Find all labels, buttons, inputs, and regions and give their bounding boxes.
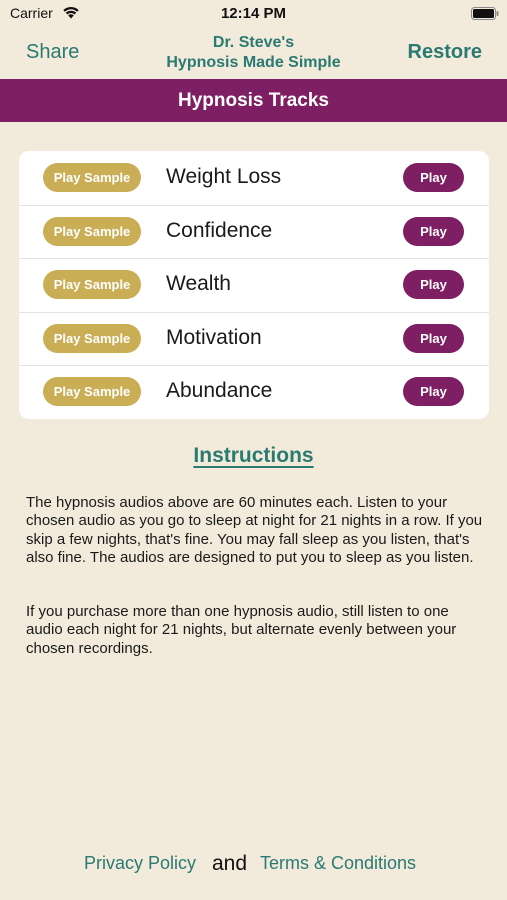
track-name: Motivation: [166, 325, 262, 349]
instructions-paragraph-1: The hypnosis audios above are 60 minutes…: [26, 494, 483, 567]
play-button[interactable]: Play: [403, 216, 464, 246]
privacy-policy-link[interactable]: Privacy Policy: [84, 853, 196, 874]
section-header: Hypnosis Tracks: [0, 79, 507, 122]
battery-icon: [471, 7, 499, 20]
app-title: Dr. Steve's Hypnosis Made Simple: [120, 33, 387, 73]
share-button[interactable]: Share: [26, 41, 79, 64]
app-title-line2: Hypnosis Made Simple: [166, 54, 341, 71]
track-row: Play Sample Abundance Play: [19, 365, 489, 419]
play-button[interactable]: Play: [403, 270, 464, 300]
track-name: Weight Loss: [166, 165, 282, 188]
track-row: Play Sample Wealth Play: [19, 258, 489, 312]
track-row: Play Sample Weight Loss Play: [19, 151, 489, 205]
track-row: Play Sample Confidence Play: [19, 204, 489, 259]
restore-button[interactable]: Restore: [408, 41, 482, 64]
terms-conditions-link[interactable]: Terms & Conditions: [260, 853, 416, 874]
footer: Privacy Policy and Terms & Conditions: [0, 851, 507, 877]
track-name: Confidence: [166, 218, 273, 242]
play-button[interactable]: Play: [403, 163, 464, 192]
play-sample-button[interactable]: Play Sample: [43, 163, 141, 192]
instructions-heading-text: Instructions: [193, 444, 314, 467]
play-button[interactable]: Play: [403, 377, 464, 407]
instructions-heading: Instructions: [0, 444, 507, 468]
track-name: Abundance: [166, 379, 273, 403]
play-button[interactable]: Play: [403, 323, 464, 353]
app-screen: Carrier 12:14 PM Share Dr. Steve's Hypno…: [0, 0, 507, 900]
play-sample-button[interactable]: Play Sample: [43, 216, 141, 246]
tracks-card: Play Sample Weight Loss Play Play Sample…: [19, 151, 489, 419]
status-time: 12:14 PM: [220, 5, 287, 22]
play-sample-button[interactable]: Play Sample: [43, 270, 141, 300]
instructions-paragraph-2: If you purchase more than one hypnosis a…: [26, 603, 457, 657]
footer-and-text: and: [212, 852, 248, 875]
navigation-bar: Share Dr. Steve's Hypnosis Made Simple R…: [0, 28, 507, 79]
track-row: Play Sample Motivation Play: [19, 311, 489, 366]
play-sample-button[interactable]: Play Sample: [43, 377, 141, 407]
status-bar: Carrier 12:14 PM: [0, 0, 507, 28]
play-sample-button[interactable]: Play Sample: [43, 323, 141, 353]
track-name: Wealth: [166, 272, 231, 296]
app-title-line1: Dr. Steve's: [212, 34, 295, 51]
